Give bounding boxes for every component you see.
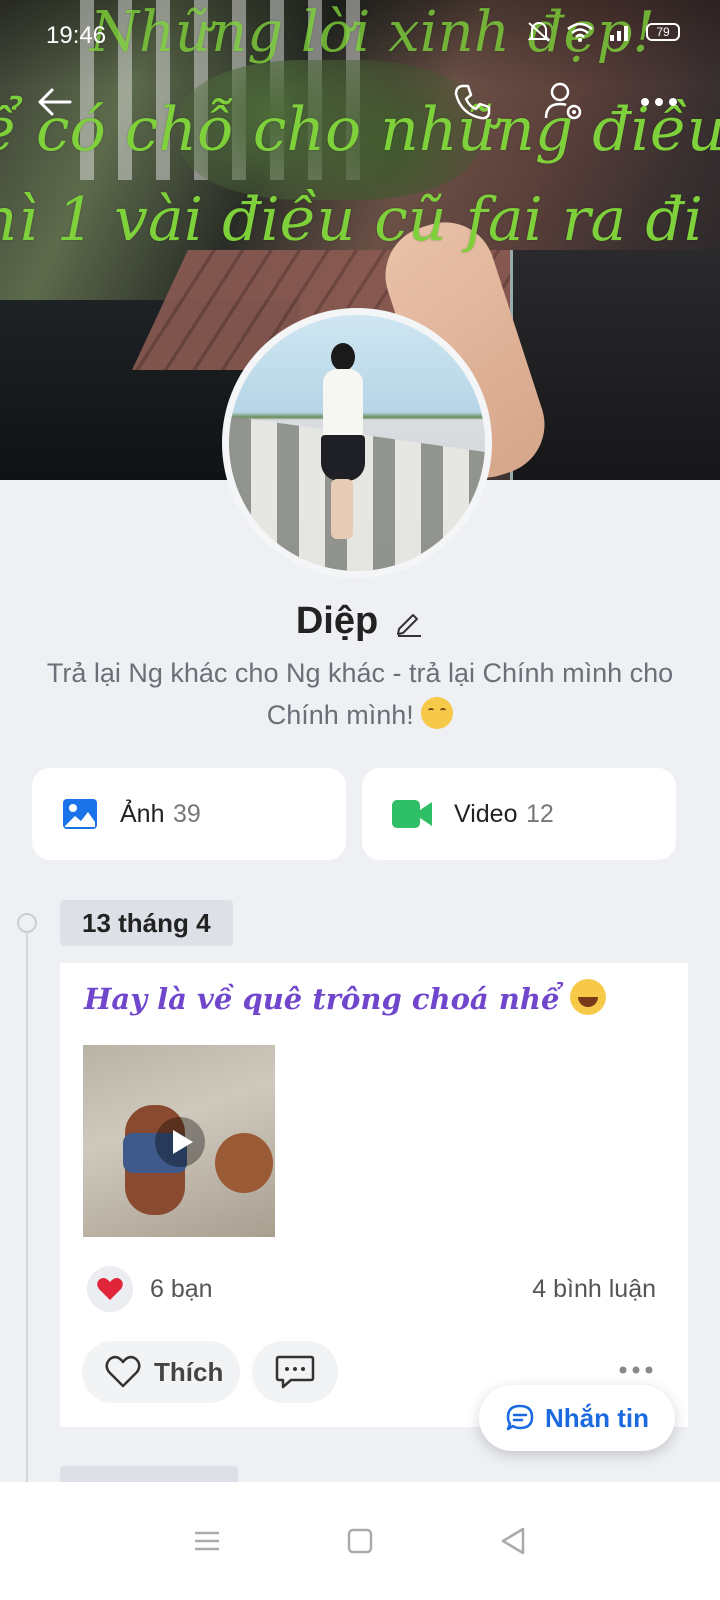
profile-bio: Trả lại Ng khác cho Ng khác - trả lại Ch… [40, 652, 680, 736]
comment-count[interactable]: 4 bình luận [532, 1275, 656, 1304]
videos-count: 12 [525, 799, 554, 828]
heart-reaction-icon [97, 1278, 123, 1300]
recent-apps-button[interactable] [177, 1511, 237, 1571]
profile-avatar[interactable] [222, 308, 492, 578]
avatar-person [319, 343, 365, 543]
profile-bio-text: Trả lại Ng khác cho Ng khác - trả lại Ch… [46, 658, 674, 730]
post-text-content: Hay là về quê trông choá nhể [84, 982, 560, 1016]
menu-lines-icon [194, 1531, 219, 1551]
send-message-label: Nhắn tin [545, 1402, 649, 1433]
post-more-button[interactable] [614, 1355, 658, 1385]
photos-card[interactable]: Ảnh 39 [32, 768, 346, 860]
like-label: Thích [154, 1356, 224, 1387]
timeline-line [26, 922, 28, 1482]
system-back-button[interactable] [483, 1511, 543, 1571]
status-time: 19:46 [46, 22, 107, 49]
wifi-icon [567, 22, 593, 42]
post-text: Hay là về quê trông choá nhể [84, 979, 606, 1016]
videos-label: Video [454, 799, 518, 828]
user-settings-icon [544, 82, 582, 120]
heart-outline-icon [105, 1355, 141, 1388]
relieved-face-emoji-icon [421, 697, 454, 729]
videos-card[interactable]: Video 12 [362, 768, 676, 860]
signal-icon [610, 26, 628, 41]
system-nav-bar [0, 1482, 720, 1600]
more-horizontal-icon [619, 1366, 653, 1374]
battery-icon: 79 [646, 23, 680, 41]
arrow-left-icon [38, 88, 72, 116]
feed-post[interactable]: Hay là về quê trông choá nhể 6 bạn 4 bìn… [60, 963, 688, 1427]
reaction-badge[interactable] [87, 1266, 133, 1312]
video-camera-icon [392, 800, 432, 828]
comment-bubble-icon [275, 1355, 315, 1389]
timeline-date-chip: 13 tháng 4 [60, 900, 233, 946]
reaction-count[interactable]: 6 bạn [150, 1275, 213, 1304]
send-message-button[interactable]: Nhắn tin [479, 1385, 675, 1451]
square-home-icon [347, 1528, 373, 1554]
call-button[interactable] [448, 78, 496, 126]
profile-name: Diệp [295, 600, 379, 642]
more-options-button[interactable] [635, 78, 683, 126]
photos-label: Ảnh [120, 799, 165, 828]
edit-pencil-icon[interactable] [394, 607, 424, 637]
mute-bell-icon [527, 22, 551, 42]
more-horizontal-icon [641, 98, 677, 106]
status-icons: 79 [526, 20, 680, 44]
status-bar: 19:46 79 [0, 0, 720, 70]
like-button[interactable]: Thích [82, 1341, 240, 1403]
back-button[interactable] [30, 78, 78, 126]
cover-glass [510, 250, 720, 480]
comment-button[interactable] [252, 1341, 338, 1403]
phone-icon [454, 84, 491, 120]
laughing-tears-emoji-icon [569, 979, 606, 1015]
triangle-back-icon [502, 1527, 525, 1555]
cover-text-line-3: hì 1 vài điều cũ fai ra đi ! [0, 185, 720, 255]
play-icon[interactable] [155, 1117, 205, 1167]
home-button[interactable] [330, 1511, 390, 1571]
photo-icon [63, 799, 97, 829]
chat-bubble-icon [506, 1404, 534, 1431]
photos-count: 39 [172, 799, 201, 828]
profile-name-row: Diệp [0, 600, 720, 643]
cover-text-line-2: ể có chỗ cho những điều m [0, 95, 720, 165]
timeline-dot [17, 913, 37, 933]
profile-settings-button[interactable] [540, 78, 588, 126]
post-video-thumbnail[interactable] [83, 1045, 275, 1237]
